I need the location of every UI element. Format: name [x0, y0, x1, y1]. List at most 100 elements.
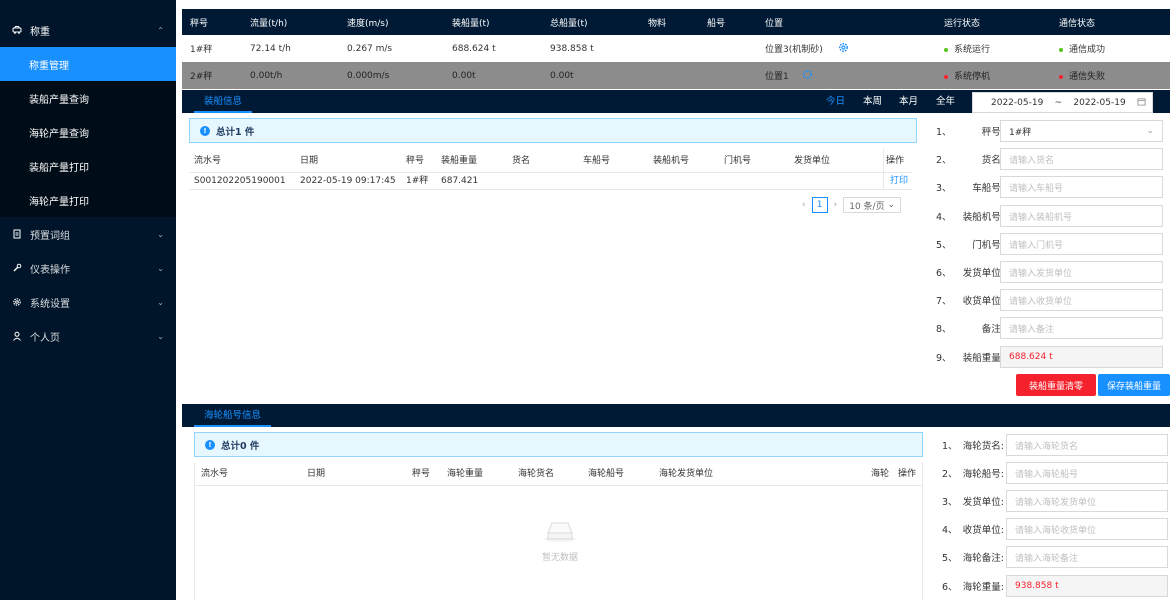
- operation-column-divider: [883, 149, 884, 190]
- column-header: 秤号: [406, 156, 425, 166]
- cell-load: 688.624 t: [452, 43, 496, 54]
- column-header: 秤号: [190, 18, 209, 29]
- sidebar-submenu: 称重管理 装船产量查询 海轮产量查询 装船产量打印 海轮产量打印: [0, 47, 176, 217]
- table-header: 流水号 日期 秤号 海轮重量 海轮货名 海轮船号 海轮发货单位 海轮 操作: [195, 462, 922, 486]
- scale-select[interactable]: 1#秤 ⌄: [1000, 120, 1163, 142]
- column-header: 海轮重量: [447, 469, 484, 479]
- form-row-goods: 2、 货名: 请输入货名: [936, 148, 1166, 170]
- column-header: 流量(t/h): [250, 18, 288, 29]
- table-header: 秤号 流量(t/h) 速度(m/s) 装船量(t) 总船量(t) 物料 船号 位…: [182, 9, 1170, 35]
- filter-month[interactable]: 本月: [899, 90, 918, 113]
- sidebar-group-label: 个人页: [30, 332, 60, 344]
- run-status: 系统运行: [944, 42, 990, 55]
- clear-weight-button[interactable]: 装船重量清零: [1016, 374, 1096, 396]
- page-number[interactable]: 1: [811, 197, 828, 213]
- form-index: 1、: [936, 127, 952, 138]
- form-index: 5、: [936, 240, 952, 251]
- filter-week[interactable]: 本周: [863, 90, 882, 113]
- table-row[interactable]: 1#秤 72.14 t/h 0.267 m/s 688.624 t 938.85…: [182, 35, 1170, 62]
- ship-weight-value: 938.858 t: [1006, 575, 1168, 597]
- goods-input[interactable]: 请输入货名: [1000, 148, 1163, 170]
- column-header: 流水号: [194, 156, 222, 166]
- page-size-select[interactable]: 10 条/页 ⌄: [843, 197, 901, 213]
- next-page-icon[interactable]: ›: [834, 200, 838, 210]
- column-header: 物料: [648, 18, 667, 29]
- form-label: 备注:: [981, 324, 1004, 335]
- column-header: 秤号: [412, 469, 431, 479]
- sidebar-item-ship-print[interactable]: 海轮产量打印: [0, 183, 176, 217]
- save-weight-button[interactable]: 保存装船重量: [1098, 374, 1170, 396]
- form-label: 货名:: [981, 155, 1004, 166]
- form-label: 海轮备注:: [962, 553, 1004, 564]
- cell-scale: 2#秤: [190, 72, 213, 82]
- form-row-weight: 9、 装船重量: 688.624 t: [936, 346, 1166, 368]
- sidebar-item-loading-query[interactable]: 装船产量查询: [0, 81, 176, 115]
- filter-year[interactable]: 全年: [936, 90, 955, 113]
- form-label: 发货单位:: [962, 497, 1004, 508]
- cell-date: 2022-05-19 09:17:45: [300, 176, 396, 186]
- sidebar-group-settings[interactable]: 系统设置 ⌄: [0, 285, 176, 319]
- info-icon: !: [200, 125, 210, 136]
- sidebar-group-weighing[interactable]: 称重 ⌃: [0, 13, 176, 47]
- ship-total-text: 总计0 件: [221, 440, 260, 452]
- print-link[interactable]: 打印: [890, 173, 908, 190]
- car-number-input[interactable]: 请输入车船号: [1000, 176, 1163, 198]
- ship-section-header: 海轮船号信息: [182, 404, 1170, 427]
- prev-page-icon[interactable]: ‹: [802, 200, 806, 210]
- sidebar-item-loading-print[interactable]: 装船产量打印: [0, 149, 176, 183]
- form-label: 海轮货名:: [962, 441, 1004, 452]
- form-row-ship-remark: 5、 海轮备注: 请输入海轮备注: [942, 546, 1170, 568]
- receiver-input[interactable]: 请输入收货单位: [1000, 289, 1163, 311]
- main-content: 秤号 流量(t/h) 速度(m/s) 装船量(t) 总船量(t) 物料 船号 位…: [182, 9, 1170, 600]
- ship-number-input[interactable]: 请输入海轮船号: [1006, 462, 1168, 484]
- form-row-ship-sender: 3、 发货单位: 请输入海轮发货单位: [942, 490, 1170, 512]
- tab-loading-info[interactable]: 装船信息: [194, 90, 253, 113]
- ship-sender-input[interactable]: 请输入海轮发货单位: [1006, 490, 1168, 512]
- form-label: 装船重量:: [962, 353, 1004, 364]
- column-header: 发货单位: [794, 156, 831, 166]
- ship-remark-input[interactable]: 请输入海轮备注: [1006, 546, 1168, 568]
- form-label: 装船机号:: [962, 212, 1004, 223]
- form-index: 4、: [936, 212, 952, 223]
- sender-input[interactable]: 请输入发货单位: [1000, 261, 1163, 283]
- column-header: 运行状态: [944, 18, 981, 29]
- sidebar-item-ship-query[interactable]: 海轮产量查询: [0, 115, 176, 149]
- table-row[interactable]: 2#秤 0.00t/h 0.000m/s 0.00t 0.00t 位置1 系统停…: [182, 62, 1170, 89]
- form-row-scale: 1、 秤号: 1#秤 ⌄: [936, 120, 1166, 142]
- table-row[interactable]: S001202205190001 2022-05-19 09:17:45 1#秤…: [189, 173, 912, 190]
- gate-number-input[interactable]: 请输入门机号: [1000, 233, 1163, 255]
- info-icon: !: [205, 439, 215, 450]
- loading-total-alert: ! 总计1 件: [189, 118, 917, 143]
- date-range-picker[interactable]: 2022-05-19 ~ 2022-05-19: [972, 92, 1153, 113]
- remark-input[interactable]: 请输入备注: [1000, 317, 1163, 339]
- empty-text: 暂无数据: [541, 553, 578, 563]
- sidebar-item-weighing-management[interactable]: 称重管理: [0, 47, 176, 81]
- filter-today[interactable]: 今日: [826, 90, 845, 113]
- cell-speed: 0.267 m/s: [347, 43, 393, 54]
- empty-inbox-icon: [515, 517, 605, 546]
- column-header: 门机号: [724, 156, 752, 166]
- tab-ship-info[interactable]: 海轮船号信息: [194, 404, 272, 427]
- column-header: 日期: [300, 156, 319, 166]
- comm-status: 通信成功: [1059, 42, 1105, 55]
- settings-icon[interactable]: [838, 42, 849, 56]
- ship-receiver-input[interactable]: 请输入海轮收货单位: [1006, 518, 1168, 540]
- loader-number-input[interactable]: 请输入装船机号: [1000, 205, 1163, 227]
- sidebar-group-profile[interactable]: 个人页 ⌄: [0, 319, 176, 353]
- form-label: 秤号:: [981, 127, 1004, 138]
- form-row-car: 3、 车船号: 请输入车船号: [936, 176, 1166, 198]
- sidebar-group-instrument[interactable]: 仪表操作 ⌄: [0, 251, 176, 285]
- column-header: 装船机号: [653, 156, 690, 166]
- empty-state: 暂无数据: [515, 517, 605, 563]
- page-size-label: 10 条/页: [849, 201, 885, 212]
- settings-icon[interactable]: [802, 69, 813, 83]
- cell-flow: 0.00t/h: [250, 70, 283, 81]
- sidebar-group-presets[interactable]: 预置词组 ⌄: [0, 217, 176, 251]
- status-dot: [944, 74, 948, 79]
- form-row-ship-receiver: 4、 收货单位: 请输入海轮收货单位: [942, 518, 1170, 540]
- pagination: ‹ 1 › 10 条/页 ⌄: [802, 197, 901, 213]
- column-header: 海轮货名: [518, 469, 555, 479]
- date-end: 2022-05-19: [1073, 97, 1126, 108]
- chevron-down-icon: ⌄: [157, 297, 164, 307]
- ship-goods-input[interactable]: 请输入海轮货名: [1006, 434, 1168, 456]
